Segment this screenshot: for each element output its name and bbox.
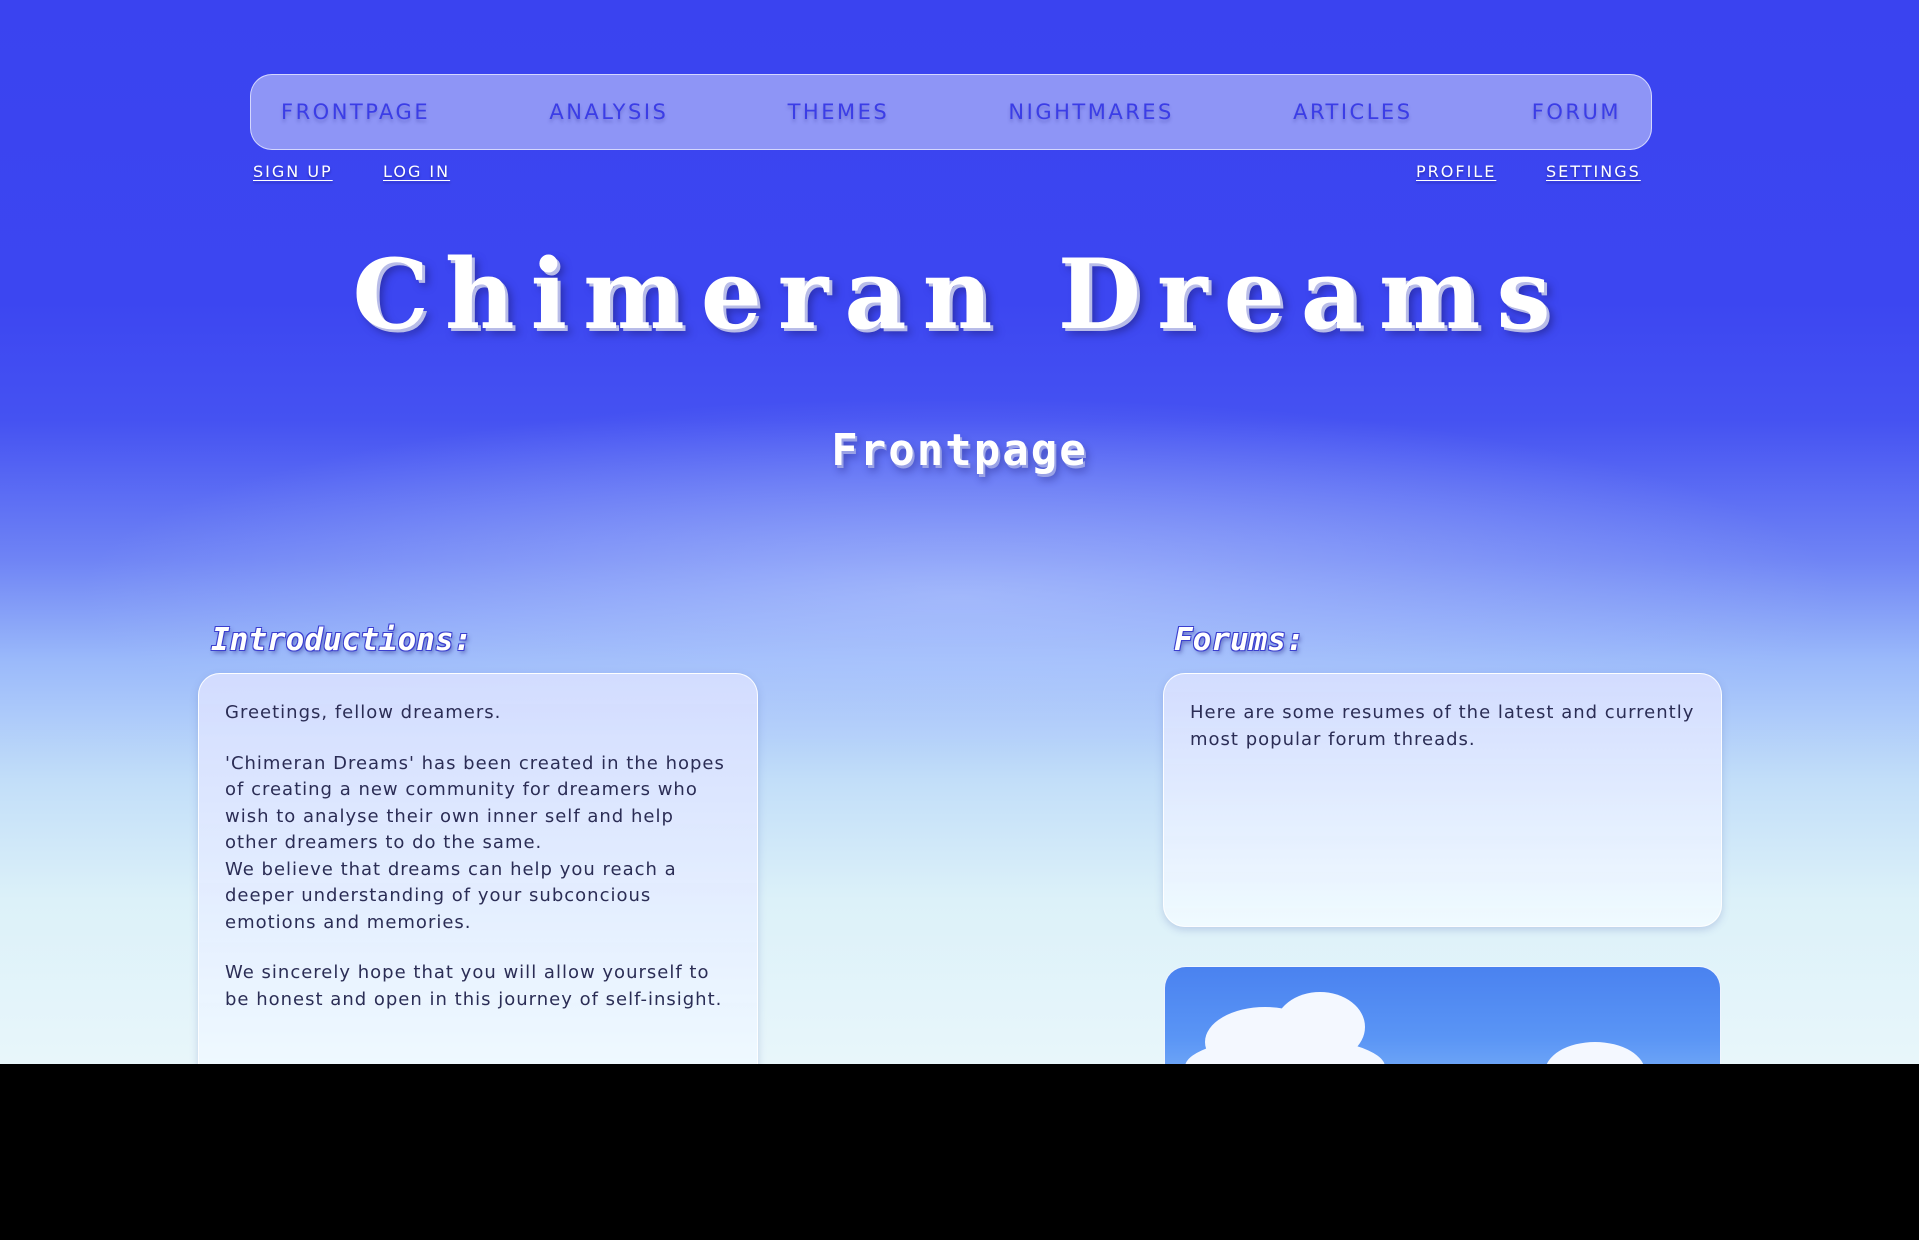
page-title: Frontpage bbox=[831, 425, 1088, 476]
nav-item-analysis[interactable]: ANALYSIS bbox=[549, 100, 668, 124]
main-nav: FRONTPAGE ANALYSIS THEMES NIGHTMARES ART… bbox=[250, 74, 1652, 150]
page-viewport: FRONTPAGE ANALYSIS THEMES NIGHTMARES ART… bbox=[0, 0, 1919, 1064]
intro-paragraph-3: We sincerely hope that you will allow yo… bbox=[225, 962, 723, 1010]
nav-item-frontpage[interactable]: FRONTPAGE bbox=[281, 100, 430, 124]
intro-paragraph-2: We believe that dreams can help you reac… bbox=[225, 858, 677, 933]
introductions-heading: Introductions: bbox=[211, 622, 473, 658]
cloud-shape bbox=[1545, 1042, 1645, 1064]
site-title: Chimeran Dreams bbox=[352, 238, 1567, 351]
log-in-link[interactable]: LOG IN bbox=[383, 162, 450, 181]
forum-thread-image[interactable] bbox=[1164, 966, 1721, 1064]
sign-up-link[interactable]: SIGN UP bbox=[253, 162, 333, 181]
forums-heading: Forums: bbox=[1174, 622, 1305, 658]
forums-intro-text: Here are some resumes of the latest and … bbox=[1190, 702, 1695, 750]
greeting-text: Greetings, fellow dreamers. bbox=[225, 702, 502, 723]
introductions-card: Greetings, fellow dreamers. 'Chimeran Dr… bbox=[198, 673, 758, 1064]
nav-item-nightmares[interactable]: NIGHTMARES bbox=[1008, 100, 1173, 124]
settings-link[interactable]: SETTINGS bbox=[1546, 162, 1641, 181]
profile-link[interactable]: PROFILE bbox=[1416, 162, 1496, 181]
nav-item-articles[interactable]: ARTICLES bbox=[1293, 100, 1412, 124]
nav-item-themes[interactable]: THEMES bbox=[788, 100, 890, 124]
nav-item-forum[interactable]: FORUM bbox=[1532, 100, 1621, 124]
intro-paragraph-1: 'Chimeran Dreams' has been created in th… bbox=[225, 752, 725, 854]
forums-card: Here are some resumes of the latest and … bbox=[1163, 673, 1722, 927]
